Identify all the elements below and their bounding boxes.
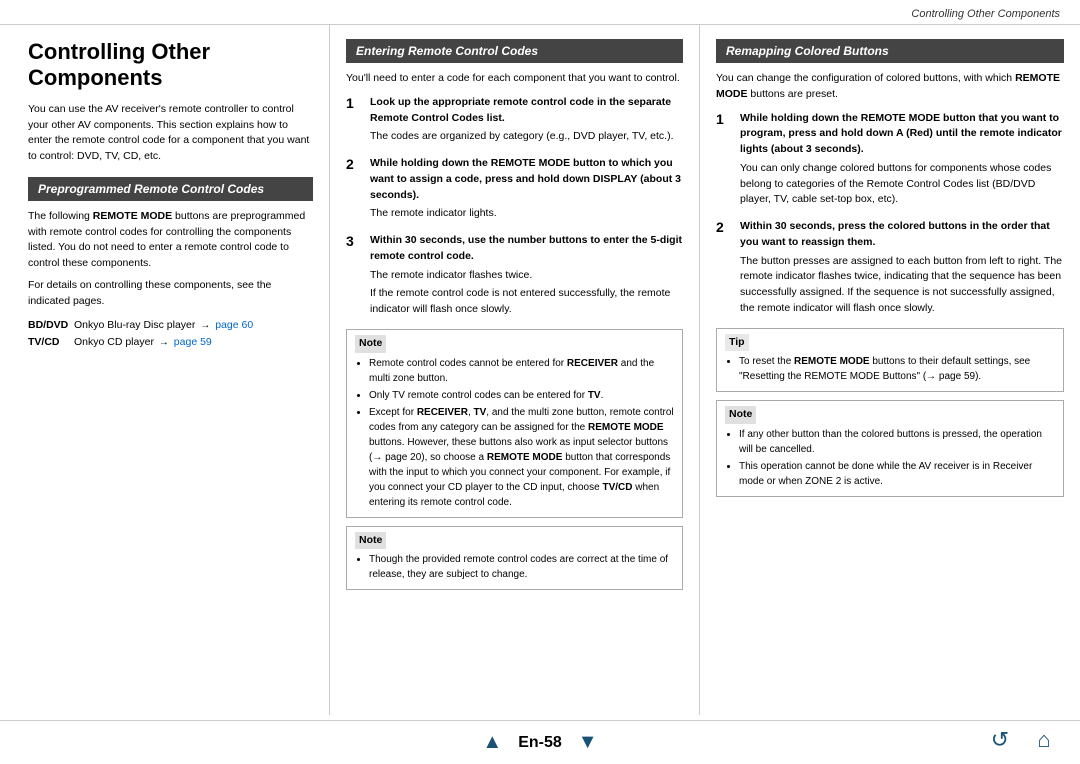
device-label-tvcd: TV/CD <box>28 334 70 351</box>
list-item: Only TV remote control codes can be ente… <box>369 388 674 403</box>
home-icon: ⌂ <box>1037 727 1050 753</box>
list-item: This operation cannot be done while the … <box>739 459 1055 489</box>
home-button[interactable]: ⌂ <box>1028 724 1060 756</box>
step-num-1: 1 <box>346 95 364 112</box>
right-step-2: 2 Within 30 seconds, press the colored b… <box>716 219 1064 320</box>
footer-icons: ↺ ⌂ <box>984 724 1060 756</box>
back-button[interactable]: ↺ <box>984 724 1016 756</box>
step-num-3: 3 <box>346 233 364 250</box>
list-item: To reset the REMOTE MODE buttons to thei… <box>739 354 1055 384</box>
list-item: Remote control codes cannot be entered f… <box>369 356 674 386</box>
note-list-2: Though the provided remote control codes… <box>355 552 674 582</box>
right-step-num-2: 2 <box>716 219 734 236</box>
right-step-content-1: While holding down the REMOTE MODE butto… <box>740 111 1064 212</box>
note-title-2: Note <box>355 532 386 550</box>
right-step-content-2: Within 30 seconds, press the colored but… <box>740 219 1064 320</box>
back-icon: ↺ <box>991 727 1009 753</box>
device-desc-tvcd: Onkyo CD player → page 59 <box>74 334 212 351</box>
list-item: TV/CD Onkyo CD player → page 59 <box>28 334 313 351</box>
tip-list: To reset the REMOTE MODE buttons to thei… <box>725 354 1055 384</box>
entering-intro: You'll need to enter a code for each com… <box>346 71 683 87</box>
col-mid: Entering Remote Control Codes You'll nee… <box>330 25 700 715</box>
prev-page-button[interactable]: ▲ <box>482 731 502 754</box>
mid-steps: 1 Look up the appropriate remote control… <box>346 95 683 321</box>
remapping-intro: You can change the configuration of colo… <box>716 71 1064 103</box>
step-num-2: 2 <box>346 156 364 173</box>
footer-nav: ▲ En-58 ▼ <box>482 731 597 754</box>
mid-note-box-1: Note Remote control codes cannot be ente… <box>346 329 683 518</box>
note-title-1: Note <box>355 335 386 353</box>
list-item: BD/DVD Onkyo Blu-ray Disc player → page … <box>28 317 313 334</box>
preprogrammed-header: Preprogrammed Remote Control Codes <box>28 177 313 201</box>
preprogrammed-body: The following REMOTE MODE buttons are pr… <box>28 209 313 310</box>
step-2: 2 While holding down the REMOTE MODE but… <box>346 156 683 225</box>
list-item: Though the provided remote control codes… <box>369 552 674 582</box>
step-1: 1 Look up the appropriate remote control… <box>346 95 683 148</box>
col-right: Remapping Colored Buttons You can change… <box>700 25 1080 715</box>
page-number: En-58 <box>518 734 562 752</box>
col-left: Controlling Other Components You can use… <box>0 25 330 715</box>
page-header: Controlling Other Components <box>0 0 1080 25</box>
next-page-button[interactable]: ▼ <box>578 731 598 754</box>
right-note-list: If any other button than the colored but… <box>725 427 1055 489</box>
device-label-bddvd: BD/DVD <box>28 317 70 334</box>
entering-header: Entering Remote Control Codes <box>346 39 683 63</box>
step-content-3: Within 30 seconds, use the number button… <box>370 233 683 321</box>
step-content-1: Look up the appropriate remote control c… <box>370 95 683 148</box>
list-item: Except for RECEIVER, TV, and the multi z… <box>369 405 674 510</box>
right-note-box: Note If any other button than the colore… <box>716 400 1064 497</box>
mid-note-box-2: Note Though the provided remote control … <box>346 526 683 591</box>
step-3: 3 Within 30 seconds, use the number butt… <box>346 233 683 321</box>
device-desc-bddvd: Onkyo Blu-ray Disc player → page 60 <box>74 317 253 334</box>
page-title: Controlling Other Components <box>28 39 313 92</box>
right-step-1: 1 While holding down the REMOTE MODE but… <box>716 111 1064 212</box>
preprogrammed-note: For details on controlling these compone… <box>28 278 313 310</box>
page-link-tvcd[interactable]: page 59 <box>174 336 212 348</box>
device-list: BD/DVD Onkyo Blu-ray Disc player → page … <box>28 317 313 351</box>
main-content: Controlling Other Components You can use… <box>0 25 1080 715</box>
tip-title: Tip <box>725 334 749 352</box>
right-note-title: Note <box>725 406 756 424</box>
intro-text: You can use the AV receiver's remote con… <box>28 102 313 165</box>
page-link-bddvd[interactable]: page 60 <box>215 319 253 331</box>
list-item: If any other button than the colored but… <box>739 427 1055 457</box>
header-title: Controlling Other Components <box>911 8 1060 20</box>
step-content-2: While holding down the REMOTE MODE butto… <box>370 156 683 225</box>
footer: ▲ En-58 ▼ ↺ ⌂ <box>0 720 1080 764</box>
right-steps: 1 While holding down the REMOTE MODE but… <box>716 111 1064 320</box>
remapping-header: Remapping Colored Buttons <box>716 39 1064 63</box>
note-list-1: Remote control codes cannot be entered f… <box>355 356 674 510</box>
right-step-num-1: 1 <box>716 111 734 128</box>
tip-box: Tip To reset the REMOTE MODE buttons to … <box>716 328 1064 393</box>
